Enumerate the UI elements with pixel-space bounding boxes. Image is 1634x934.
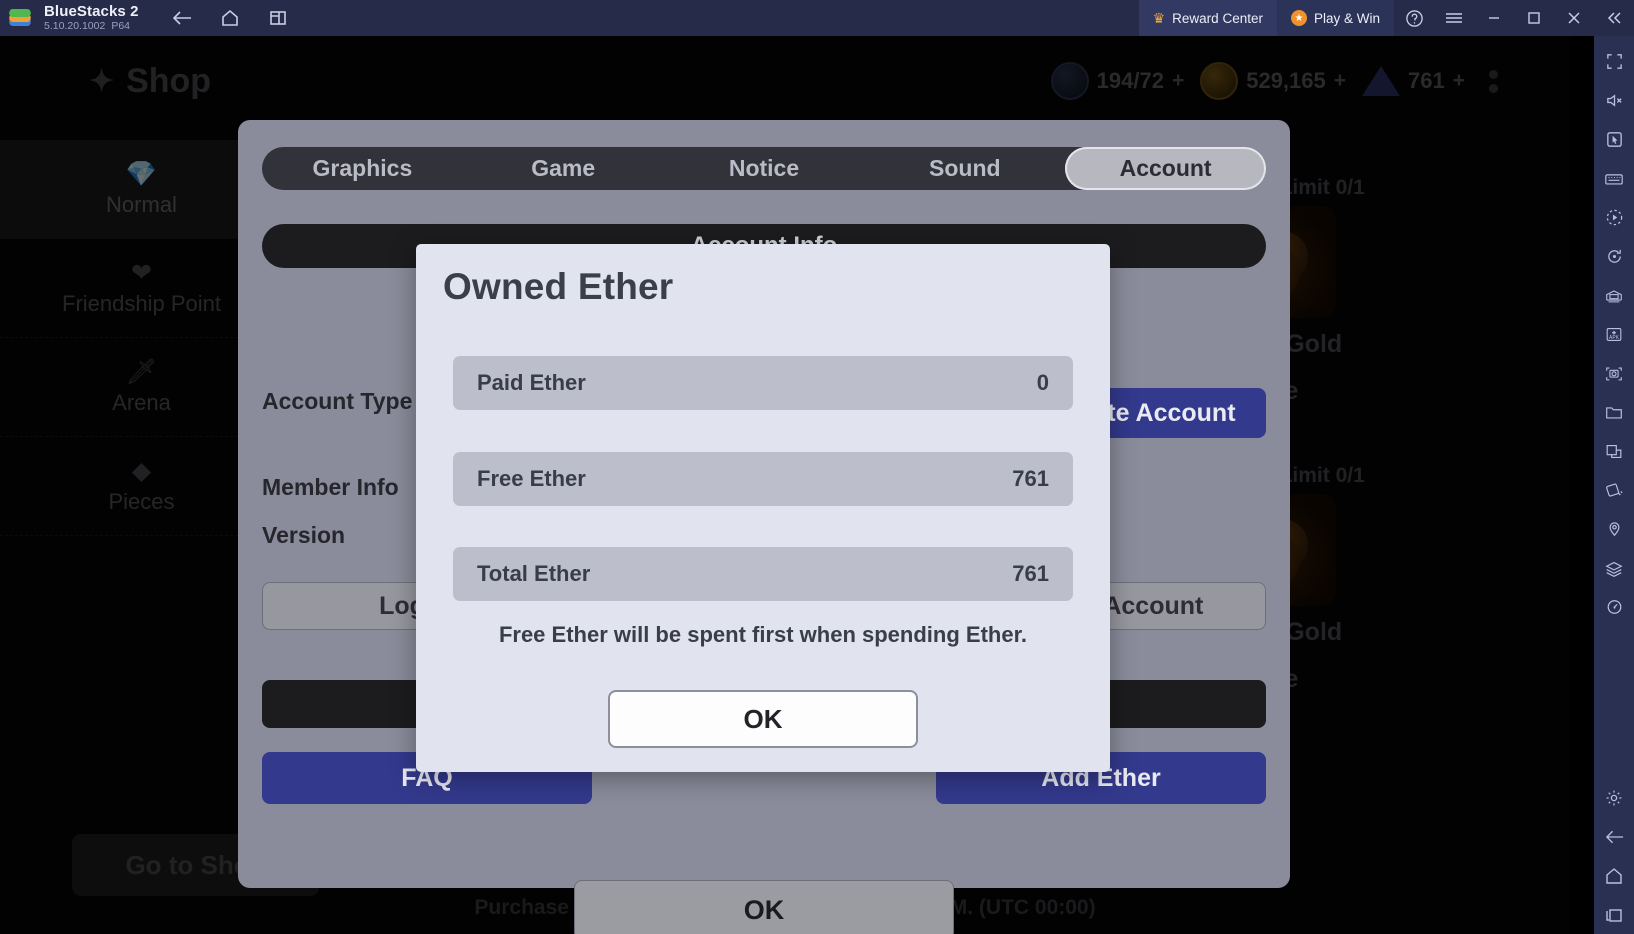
help-icon[interactable] [1394, 0, 1434, 36]
app-version-line: 5.10.20.1002 P64 [44, 20, 139, 33]
multi-instance-manager-icon[interactable] [1594, 276, 1634, 315]
play-and-win-label: Play & Win [1313, 10, 1380, 26]
bluestacks-logo-icon [0, 0, 40, 36]
version-label: Version [262, 522, 346, 548]
app-arch: P64 [111, 20, 130, 32]
bluestacks-title-block: BlueStacks 2 5.10.20.1002 P64 [44, 3, 139, 33]
crown-icon: ♛ [1152, 10, 1166, 26]
settings-ok-button[interactable]: OK [574, 880, 954, 934]
ether-spending-note: Free Ether will be spent first when spen… [498, 622, 1028, 647]
layers-icon[interactable] [1594, 549, 1634, 588]
apk-install-icon[interactable]: APK [1594, 315, 1634, 354]
close-button[interactable] [1554, 0, 1594, 36]
owned-ether-dialog: Owned Ether Paid Ether 0 Free Ether 761 … [416, 244, 1110, 772]
titlebar-nav-group [165, 3, 295, 33]
minimize-button[interactable] [1474, 0, 1514, 36]
free-ether-value: 761 [1012, 466, 1049, 491]
tab-sound[interactable]: Sound [864, 147, 1065, 190]
app-version: 5.10.20.1002 [44, 20, 106, 32]
play-and-win-button[interactable]: ★ Play & Win [1276, 0, 1394, 36]
macro-play-icon[interactable] [1594, 198, 1634, 237]
settings-gear-icon[interactable] [1594, 778, 1634, 817]
performance-icon[interactable] [1594, 588, 1634, 627]
tab-account[interactable]: Account [1065, 147, 1266, 190]
total-ether-label: Total Ether [477, 561, 591, 586]
app-title: BlueStacks 2 [44, 3, 139, 20]
collapse-sidebar-button[interactable] [1594, 0, 1634, 36]
game-viewport: ✦ Shop 💎 Normal ❤ Friendship Point 🗡 Are… [0, 36, 1570, 934]
paid-ether-value: 0 [1036, 370, 1049, 395]
free-ether-row: Free Ether 761 [453, 452, 1073, 506]
multi-instance-icon[interactable] [261, 3, 295, 33]
mute-icon[interactable] [1594, 81, 1634, 120]
home-icon[interactable] [1594, 856, 1634, 895]
tilt-icon[interactable] [1594, 471, 1634, 510]
location-icon[interactable] [1594, 510, 1634, 549]
free-ether-label: Free Ether [477, 466, 586, 491]
account-type-label: Account Type [262, 388, 413, 414]
svg-text:APK: APK [1609, 335, 1620, 341]
reward-center-button[interactable]: ♛ Reward Center [1138, 0, 1277, 36]
screenshot-icon[interactable] [1594, 354, 1634, 393]
rotate-icon[interactable] [1594, 237, 1634, 276]
fullscreen-icon[interactable] [1594, 42, 1634, 81]
owned-ether-title: Owned Ether [443, 266, 674, 307]
settings-tabbar: Graphics Game Notice Sound Account [262, 147, 1266, 190]
hamburger-menu-icon[interactable] [1434, 0, 1474, 36]
back-arrow-icon[interactable] [165, 3, 199, 33]
paid-ether-label: Paid Ether [477, 370, 586, 395]
app-root: BlueStacks 2 5.10.20.1002 P64 ♛ Reward C… [0, 0, 1634, 934]
copy-icon[interactable] [1594, 432, 1634, 471]
bluestacks-titlebar: BlueStacks 2 5.10.20.1002 P64 ♛ Reward C… [0, 0, 1634, 36]
folder-icon[interactable] [1594, 393, 1634, 432]
total-ether-row: Total Ether 761 [453, 547, 1073, 601]
maximize-button[interactable] [1514, 0, 1554, 36]
reward-center-label: Reward Center [1172, 10, 1263, 26]
star-icon: ★ [1290, 10, 1307, 26]
paid-ether-row: Paid Ether 0 [453, 356, 1073, 410]
bluestacks-sidebar: APK [1594, 36, 1634, 934]
tab-graphics[interactable]: Graphics [262, 147, 463, 190]
tab-game[interactable]: Game [463, 147, 664, 190]
tab-notice[interactable]: Notice [664, 147, 865, 190]
keyboard-icon[interactable] [1594, 159, 1634, 198]
back-arrow-icon[interactable] [1594, 817, 1634, 856]
ether-ok-button[interactable]: OK [608, 690, 918, 748]
home-icon[interactable] [213, 3, 247, 33]
total-ether-value: 761 [1012, 561, 1049, 586]
cursor-icon[interactable] [1594, 120, 1634, 159]
recents-icon[interactable] [1594, 895, 1634, 934]
member-info-label: Member Info [262, 474, 399, 500]
